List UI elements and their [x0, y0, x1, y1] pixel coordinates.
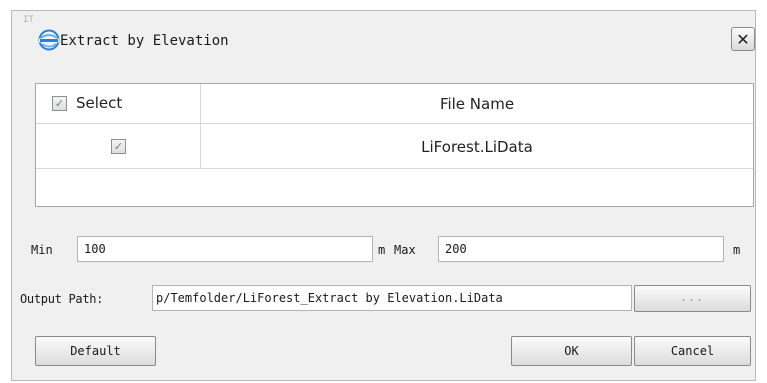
close-icon: ✕: [736, 29, 750, 49]
output-path-label: Output Path:: [20, 292, 104, 306]
checkmark-icon: ✓: [113, 140, 124, 153]
select-column-header: ✓ Select: [36, 84, 201, 124]
row-file-name: LiForest.LiData: [421, 137, 533, 156]
max-unit-label: m: [733, 243, 741, 257]
lidar360-logo-icon: [38, 29, 60, 51]
title-bar: IT Extract by Elevation ✕: [12, 11, 755, 73]
ok-button[interactable]: OK: [511, 336, 632, 366]
row-file-name-cell: LiForest.LiData: [201, 124, 753, 169]
row-select-checkbox[interactable]: ✓: [111, 139, 126, 154]
table-header: ✓ Select File Name: [36, 84, 753, 124]
min-label: Min: [31, 243, 53, 257]
row-select-cell: ✓: [36, 124, 201, 169]
file-table: ✓ Select File Name ✓ LiForest.LiData: [35, 83, 754, 207]
output-path-input[interactable]: p/Temfolder/LiForest_Extract by Elevatio…: [152, 285, 632, 311]
min-elevation-input[interactable]: 100: [77, 236, 373, 262]
select-header-label: Select: [76, 94, 123, 112]
close-button[interactable]: ✕: [731, 27, 755, 51]
cancel-button[interactable]: Cancel: [634, 336, 751, 366]
dialog-title: Extract by Elevation: [60, 33, 229, 49]
corner-mark: IT: [23, 15, 34, 25]
checkmark-icon: ✓: [54, 97, 65, 110]
browse-button[interactable]: ...: [634, 285, 751, 312]
extract-by-elevation-dialog: IT Extract by Elevation ✕ ✓ Select File …: [11, 10, 756, 381]
file-name-header-label: File Name: [439, 95, 515, 113]
min-unit-label: m: [378, 243, 386, 257]
table-row[interactable]: ✓ LiForest.LiData: [36, 124, 753, 169]
select-all-checkbox[interactable]: ✓: [52, 96, 67, 111]
max-elevation-input[interactable]: 200: [438, 236, 724, 262]
file-name-column-header: File Name: [201, 84, 753, 124]
max-label: Max: [394, 243, 416, 257]
default-button[interactable]: Default: [35, 336, 156, 366]
